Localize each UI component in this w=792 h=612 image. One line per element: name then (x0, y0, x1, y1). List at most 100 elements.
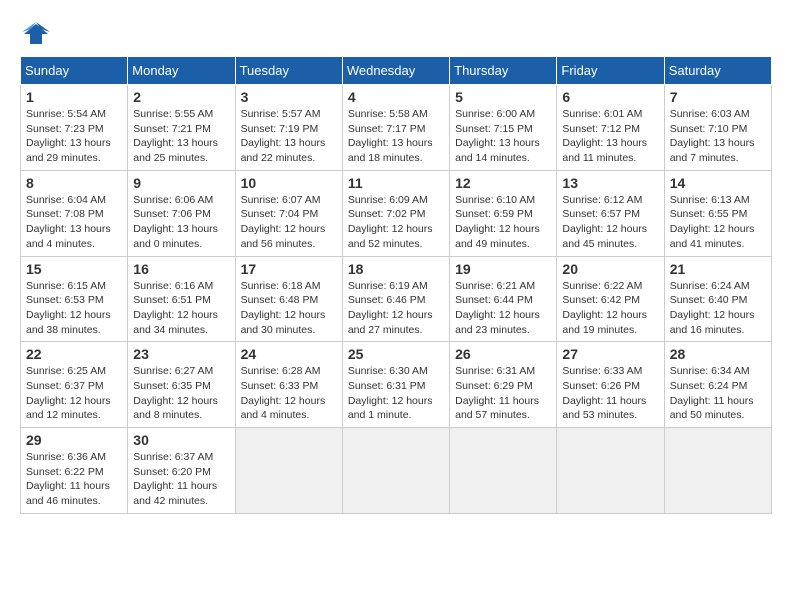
day-number: 5 (455, 89, 551, 105)
daylight: Daylight: 12 hours and 41 minutes. (670, 223, 755, 250)
sunrise: Sunrise: 6:34 AM (670, 365, 750, 377)
day-info: Sunrise: 6:03 AM Sunset: 7:10 PM Dayligh… (670, 107, 766, 166)
day-info: Sunrise: 6:09 AM Sunset: 7:02 PM Dayligh… (348, 193, 444, 252)
sunrise: Sunrise: 6:01 AM (562, 108, 642, 120)
calendar-cell: 3 Sunrise: 5:57 AM Sunset: 7:19 PM Dayli… (235, 85, 342, 171)
sunrise: Sunrise: 6:13 AM (670, 194, 750, 206)
calendar-cell: 14 Sunrise: 6:13 AM Sunset: 6:55 PM Dayl… (664, 170, 771, 256)
sunset: Sunset: 6:20 PM (133, 466, 211, 478)
daylight: Daylight: 13 hours and 25 minutes. (133, 137, 218, 164)
day-number: 27 (562, 346, 658, 362)
calendar-cell (664, 428, 771, 514)
daylight: Daylight: 12 hours and 27 minutes. (348, 309, 433, 336)
day-number: 21 (670, 261, 766, 277)
sunrise: Sunrise: 6:33 AM (562, 365, 642, 377)
day-number: 3 (241, 89, 337, 105)
day-info: Sunrise: 6:28 AM Sunset: 6:33 PM Dayligh… (241, 364, 337, 423)
sunrise: Sunrise: 6:09 AM (348, 194, 428, 206)
sunset: Sunset: 6:24 PM (670, 380, 748, 392)
day-info: Sunrise: 6:00 AM Sunset: 7:15 PM Dayligh… (455, 107, 551, 166)
daylight: Daylight: 11 hours and 50 minutes. (670, 395, 754, 422)
day-number: 23 (133, 346, 229, 362)
day-number: 4 (348, 89, 444, 105)
sunset: Sunset: 6:35 PM (133, 380, 211, 392)
daylight: Daylight: 13 hours and 18 minutes. (348, 137, 433, 164)
day-number: 30 (133, 432, 229, 448)
calendar-week-1: 1 Sunrise: 5:54 AM Sunset: 7:23 PM Dayli… (21, 85, 772, 171)
day-info: Sunrise: 6:12 AM Sunset: 6:57 PM Dayligh… (562, 193, 658, 252)
day-number: 10 (241, 175, 337, 191)
calendar-week-5: 29 Sunrise: 6:36 AM Sunset: 6:22 PM Dayl… (21, 428, 772, 514)
day-info: Sunrise: 6:15 AM Sunset: 6:53 PM Dayligh… (26, 279, 122, 338)
day-info: Sunrise: 6:30 AM Sunset: 6:31 PM Dayligh… (348, 364, 444, 423)
day-info: Sunrise: 6:24 AM Sunset: 6:40 PM Dayligh… (670, 279, 766, 338)
day-number: 26 (455, 346, 551, 362)
day-info: Sunrise: 5:55 AM Sunset: 7:21 PM Dayligh… (133, 107, 229, 166)
sunset: Sunset: 6:37 PM (26, 380, 104, 392)
sunrise: Sunrise: 5:57 AM (241, 108, 321, 120)
day-number: 11 (348, 175, 444, 191)
sunrise: Sunrise: 6:31 AM (455, 365, 535, 377)
sunrise: Sunrise: 6:00 AM (455, 108, 535, 120)
sunset: Sunset: 6:40 PM (670, 294, 748, 306)
day-number: 6 (562, 89, 658, 105)
sunset: Sunset: 7:12 PM (562, 123, 640, 135)
calendar-cell: 8 Sunrise: 6:04 AM Sunset: 7:08 PM Dayli… (21, 170, 128, 256)
day-info: Sunrise: 6:13 AM Sunset: 6:55 PM Dayligh… (670, 193, 766, 252)
page-header (20, 20, 772, 48)
sunrise: Sunrise: 5:58 AM (348, 108, 428, 120)
sunrise: Sunrise: 5:55 AM (133, 108, 213, 120)
col-friday: Friday (557, 57, 664, 85)
sunrise: Sunrise: 6:18 AM (241, 280, 321, 292)
sunrise: Sunrise: 6:30 AM (348, 365, 428, 377)
sunset: Sunset: 6:29 PM (455, 380, 533, 392)
day-number: 18 (348, 261, 444, 277)
day-info: Sunrise: 6:31 AM Sunset: 6:29 PM Dayligh… (455, 364, 551, 423)
sunset: Sunset: 6:48 PM (241, 294, 319, 306)
sunrise: Sunrise: 6:15 AM (26, 280, 106, 292)
sunrise: Sunrise: 6:19 AM (348, 280, 428, 292)
calendar-header-row: Sunday Monday Tuesday Wednesday Thursday… (21, 57, 772, 85)
calendar-cell: 18 Sunrise: 6:19 AM Sunset: 6:46 PM Dayl… (342, 256, 449, 342)
daylight: Daylight: 13 hours and 4 minutes. (26, 223, 111, 250)
calendar-cell: 15 Sunrise: 6:15 AM Sunset: 6:53 PM Dayl… (21, 256, 128, 342)
day-info: Sunrise: 6:16 AM Sunset: 6:51 PM Dayligh… (133, 279, 229, 338)
sunset: Sunset: 6:42 PM (562, 294, 640, 306)
day-number: 2 (133, 89, 229, 105)
col-sunday: Sunday (21, 57, 128, 85)
logo (20, 20, 54, 48)
calendar-cell (235, 428, 342, 514)
daylight: Daylight: 12 hours and 12 minutes. (26, 395, 111, 422)
calendar-cell (342, 428, 449, 514)
calendar-cell: 27 Sunrise: 6:33 AM Sunset: 6:26 PM Dayl… (557, 342, 664, 428)
daylight: Daylight: 12 hours and 19 minutes. (562, 309, 647, 336)
calendar-cell: 13 Sunrise: 6:12 AM Sunset: 6:57 PM Dayl… (557, 170, 664, 256)
daylight: Daylight: 12 hours and 30 minutes. (241, 309, 326, 336)
sunset: Sunset: 6:22 PM (26, 466, 104, 478)
daylight: Daylight: 12 hours and 1 minute. (348, 395, 433, 422)
sunset: Sunset: 6:44 PM (455, 294, 533, 306)
sunset: Sunset: 7:15 PM (455, 123, 533, 135)
daylight: Daylight: 12 hours and 52 minutes. (348, 223, 433, 250)
daylight: Daylight: 13 hours and 22 minutes. (241, 137, 326, 164)
day-number: 22 (26, 346, 122, 362)
calendar-cell: 11 Sunrise: 6:09 AM Sunset: 7:02 PM Dayl… (342, 170, 449, 256)
calendar-cell: 25 Sunrise: 6:30 AM Sunset: 6:31 PM Dayl… (342, 342, 449, 428)
day-number: 13 (562, 175, 658, 191)
day-number: 8 (26, 175, 122, 191)
sunrise: Sunrise: 6:16 AM (133, 280, 213, 292)
daylight: Daylight: 13 hours and 11 minutes. (562, 137, 647, 164)
sunset: Sunset: 6:57 PM (562, 208, 640, 220)
calendar-cell: 12 Sunrise: 6:10 AM Sunset: 6:59 PM Dayl… (450, 170, 557, 256)
sunset: Sunset: 6:51 PM (133, 294, 211, 306)
day-info: Sunrise: 6:18 AM Sunset: 6:48 PM Dayligh… (241, 279, 337, 338)
calendar-cell: 7 Sunrise: 6:03 AM Sunset: 7:10 PM Dayli… (664, 85, 771, 171)
calendar-cell: 19 Sunrise: 6:21 AM Sunset: 6:44 PM Dayl… (450, 256, 557, 342)
sunrise: Sunrise: 6:21 AM (455, 280, 535, 292)
sunset: Sunset: 6:59 PM (455, 208, 533, 220)
sunrise: Sunrise: 6:27 AM (133, 365, 213, 377)
day-info: Sunrise: 6:01 AM Sunset: 7:12 PM Dayligh… (562, 107, 658, 166)
calendar-cell: 26 Sunrise: 6:31 AM Sunset: 6:29 PM Dayl… (450, 342, 557, 428)
daylight: Daylight: 11 hours and 57 minutes. (455, 395, 539, 422)
day-info: Sunrise: 6:07 AM Sunset: 7:04 PM Dayligh… (241, 193, 337, 252)
